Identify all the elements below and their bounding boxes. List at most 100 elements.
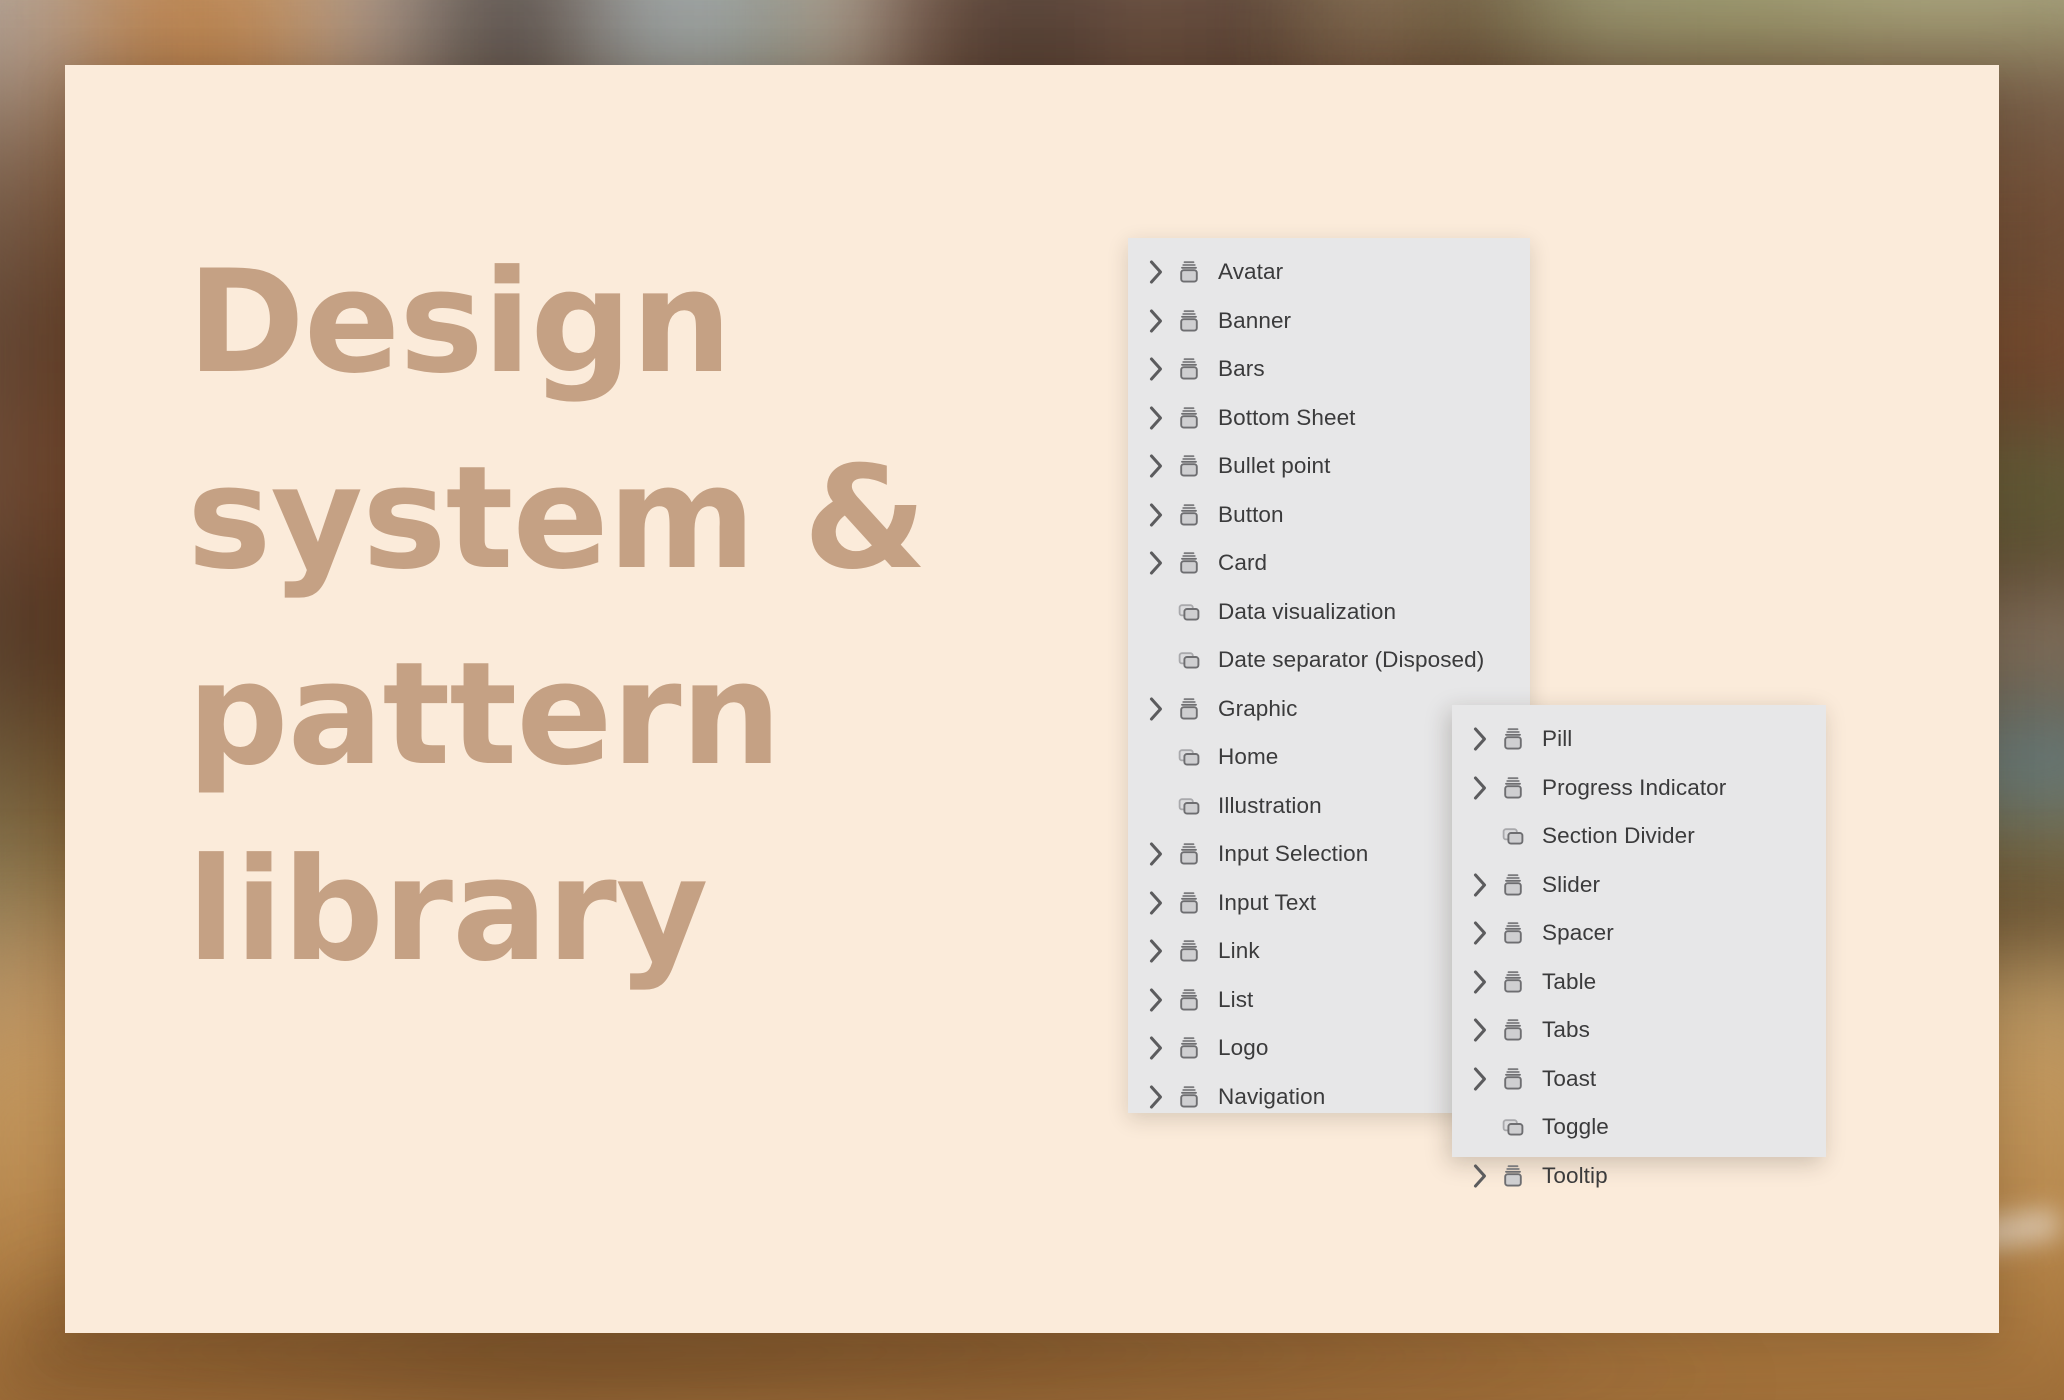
chevron-right-icon[interactable] [1140,1081,1172,1113]
menu-item-label: Bullet point [1218,453,1331,479]
chevron-right-icon[interactable] [1140,693,1172,725]
chevron-right-icon[interactable] [1464,966,1496,998]
menu-item[interactable]: Table [1452,958,1826,1007]
chevron-right-icon[interactable] [1464,917,1496,949]
menu-item[interactable]: Bottom Sheet [1128,394,1530,443]
chevron-right-icon[interactable] [1464,1160,1496,1192]
copy-icon [1172,740,1206,774]
chevron-spacer [1140,596,1172,628]
menu-item-label: Home [1218,744,1278,770]
stack-icon [1496,1013,1530,1047]
chevron-right-icon[interactable] [1140,984,1172,1016]
menu-item-label: Tooltip [1542,1163,1608,1189]
chevron-spacer [1140,741,1172,773]
chevron-right-icon[interactable] [1140,499,1172,531]
menu-item-label: Slider [1542,872,1600,898]
menu-item[interactable]: Tabs [1452,1006,1826,1055]
stack-icon [1172,498,1206,532]
copy-icon [1496,1110,1530,1144]
menu-item[interactable]: Spacer [1452,909,1826,958]
menu-item[interactable]: Toggle [1452,1103,1826,1152]
stack-icon [1172,1080,1206,1114]
menu-item-label: Data visualization [1218,599,1396,625]
menu-item-label: Graphic [1218,696,1297,722]
chevron-right-icon[interactable] [1140,256,1172,288]
chevron-spacer [1140,790,1172,822]
menu-item[interactable]: Data visualization [1128,588,1530,637]
stack-icon [1496,1159,1530,1193]
stack-icon [1496,722,1530,756]
menu-item-label: Tabs [1542,1017,1590,1043]
menu-item[interactable]: Tooltip [1452,1152,1826,1201]
chevron-right-icon[interactable] [1464,772,1496,804]
stack-icon [1172,934,1206,968]
screenshot-root: Design system & pattern library Avatar Ba… [0,0,2064,1400]
chevron-right-icon[interactable] [1140,402,1172,434]
menu-item[interactable]: Bullet point [1128,442,1530,491]
chevron-right-icon[interactable] [1140,887,1172,919]
menu-item[interactable]: Section Divider [1452,812,1826,861]
chevron-right-icon[interactable] [1140,547,1172,579]
chevron-spacer [1464,820,1496,852]
stack-icon [1172,304,1206,338]
chevron-right-icon[interactable] [1464,1014,1496,1046]
stack-icon [1496,868,1530,902]
stack-icon [1172,837,1206,871]
chevron-right-icon[interactable] [1140,838,1172,870]
menu-item-label: Banner [1218,308,1291,334]
chevron-right-icon[interactable] [1464,869,1496,901]
stack-icon [1496,1062,1530,1096]
menu-item[interactable]: Avatar [1128,248,1530,297]
copy-icon [1172,643,1206,677]
menu-item-label: Card [1218,550,1267,576]
chevron-spacer [1140,644,1172,676]
menu-item[interactable]: Progress Indicator [1452,764,1826,813]
menu-item-label: Table [1542,969,1596,995]
menu-item[interactable]: Button [1128,491,1530,540]
chevron-right-icon[interactable] [1140,353,1172,385]
menu-item[interactable]: Banner [1128,297,1530,346]
stack-icon [1172,1031,1206,1065]
menu-item-label: List [1218,987,1253,1013]
chevron-right-icon[interactable] [1464,1063,1496,1095]
menu-item-label: Illustration [1218,793,1322,819]
menu-item-label: Bars [1218,356,1265,382]
chevron-right-icon[interactable] [1140,935,1172,967]
chevron-right-icon[interactable] [1140,450,1172,482]
menu-item[interactable]: Slider [1452,861,1826,910]
menu-item-label: Button [1218,502,1284,528]
menu-item-label: Toast [1542,1066,1596,1092]
menu-item[interactable]: Date separator (Disposed) [1128,636,1530,685]
menu-item-label: Toggle [1542,1114,1609,1140]
chevron-right-icon[interactable] [1140,305,1172,337]
menu-item-label: Input Text [1218,890,1316,916]
stack-icon [1496,916,1530,950]
stack-icon [1172,401,1206,435]
chevron-right-icon[interactable] [1464,723,1496,755]
menu-item[interactable]: Toast [1452,1055,1826,1104]
stack-icon [1172,546,1206,580]
menu-item[interactable]: Pill [1452,715,1826,764]
copy-icon [1172,595,1206,629]
stack-icon [1172,886,1206,920]
copy-icon [1172,789,1206,823]
menu-item-label: Avatar [1218,259,1283,285]
copy-icon [1496,819,1530,853]
component-library-submenu[interactable]: Pill Progress Indicator Section Divider Sli… [1452,705,1826,1157]
menu-item-label: Pill [1542,726,1572,752]
menu-item-label: Input Selection [1218,841,1368,867]
stack-icon [1496,771,1530,805]
menu-item-label: Progress Indicator [1542,775,1726,801]
chevron-right-icon[interactable] [1140,1032,1172,1064]
menu-item-label: Navigation [1218,1084,1325,1110]
page-title: Design system & pattern library [187,225,1027,1009]
menu-item[interactable]: Card [1128,539,1530,588]
menu-item-label: Spacer [1542,920,1614,946]
chevron-spacer [1464,1111,1496,1143]
stack-icon [1172,449,1206,483]
menu-item[interactable]: Bars [1128,345,1530,394]
menu-item-label: Link [1218,938,1260,964]
menu-item-label: Logo [1218,1035,1268,1061]
stack-icon [1172,255,1206,289]
stack-icon [1172,352,1206,386]
